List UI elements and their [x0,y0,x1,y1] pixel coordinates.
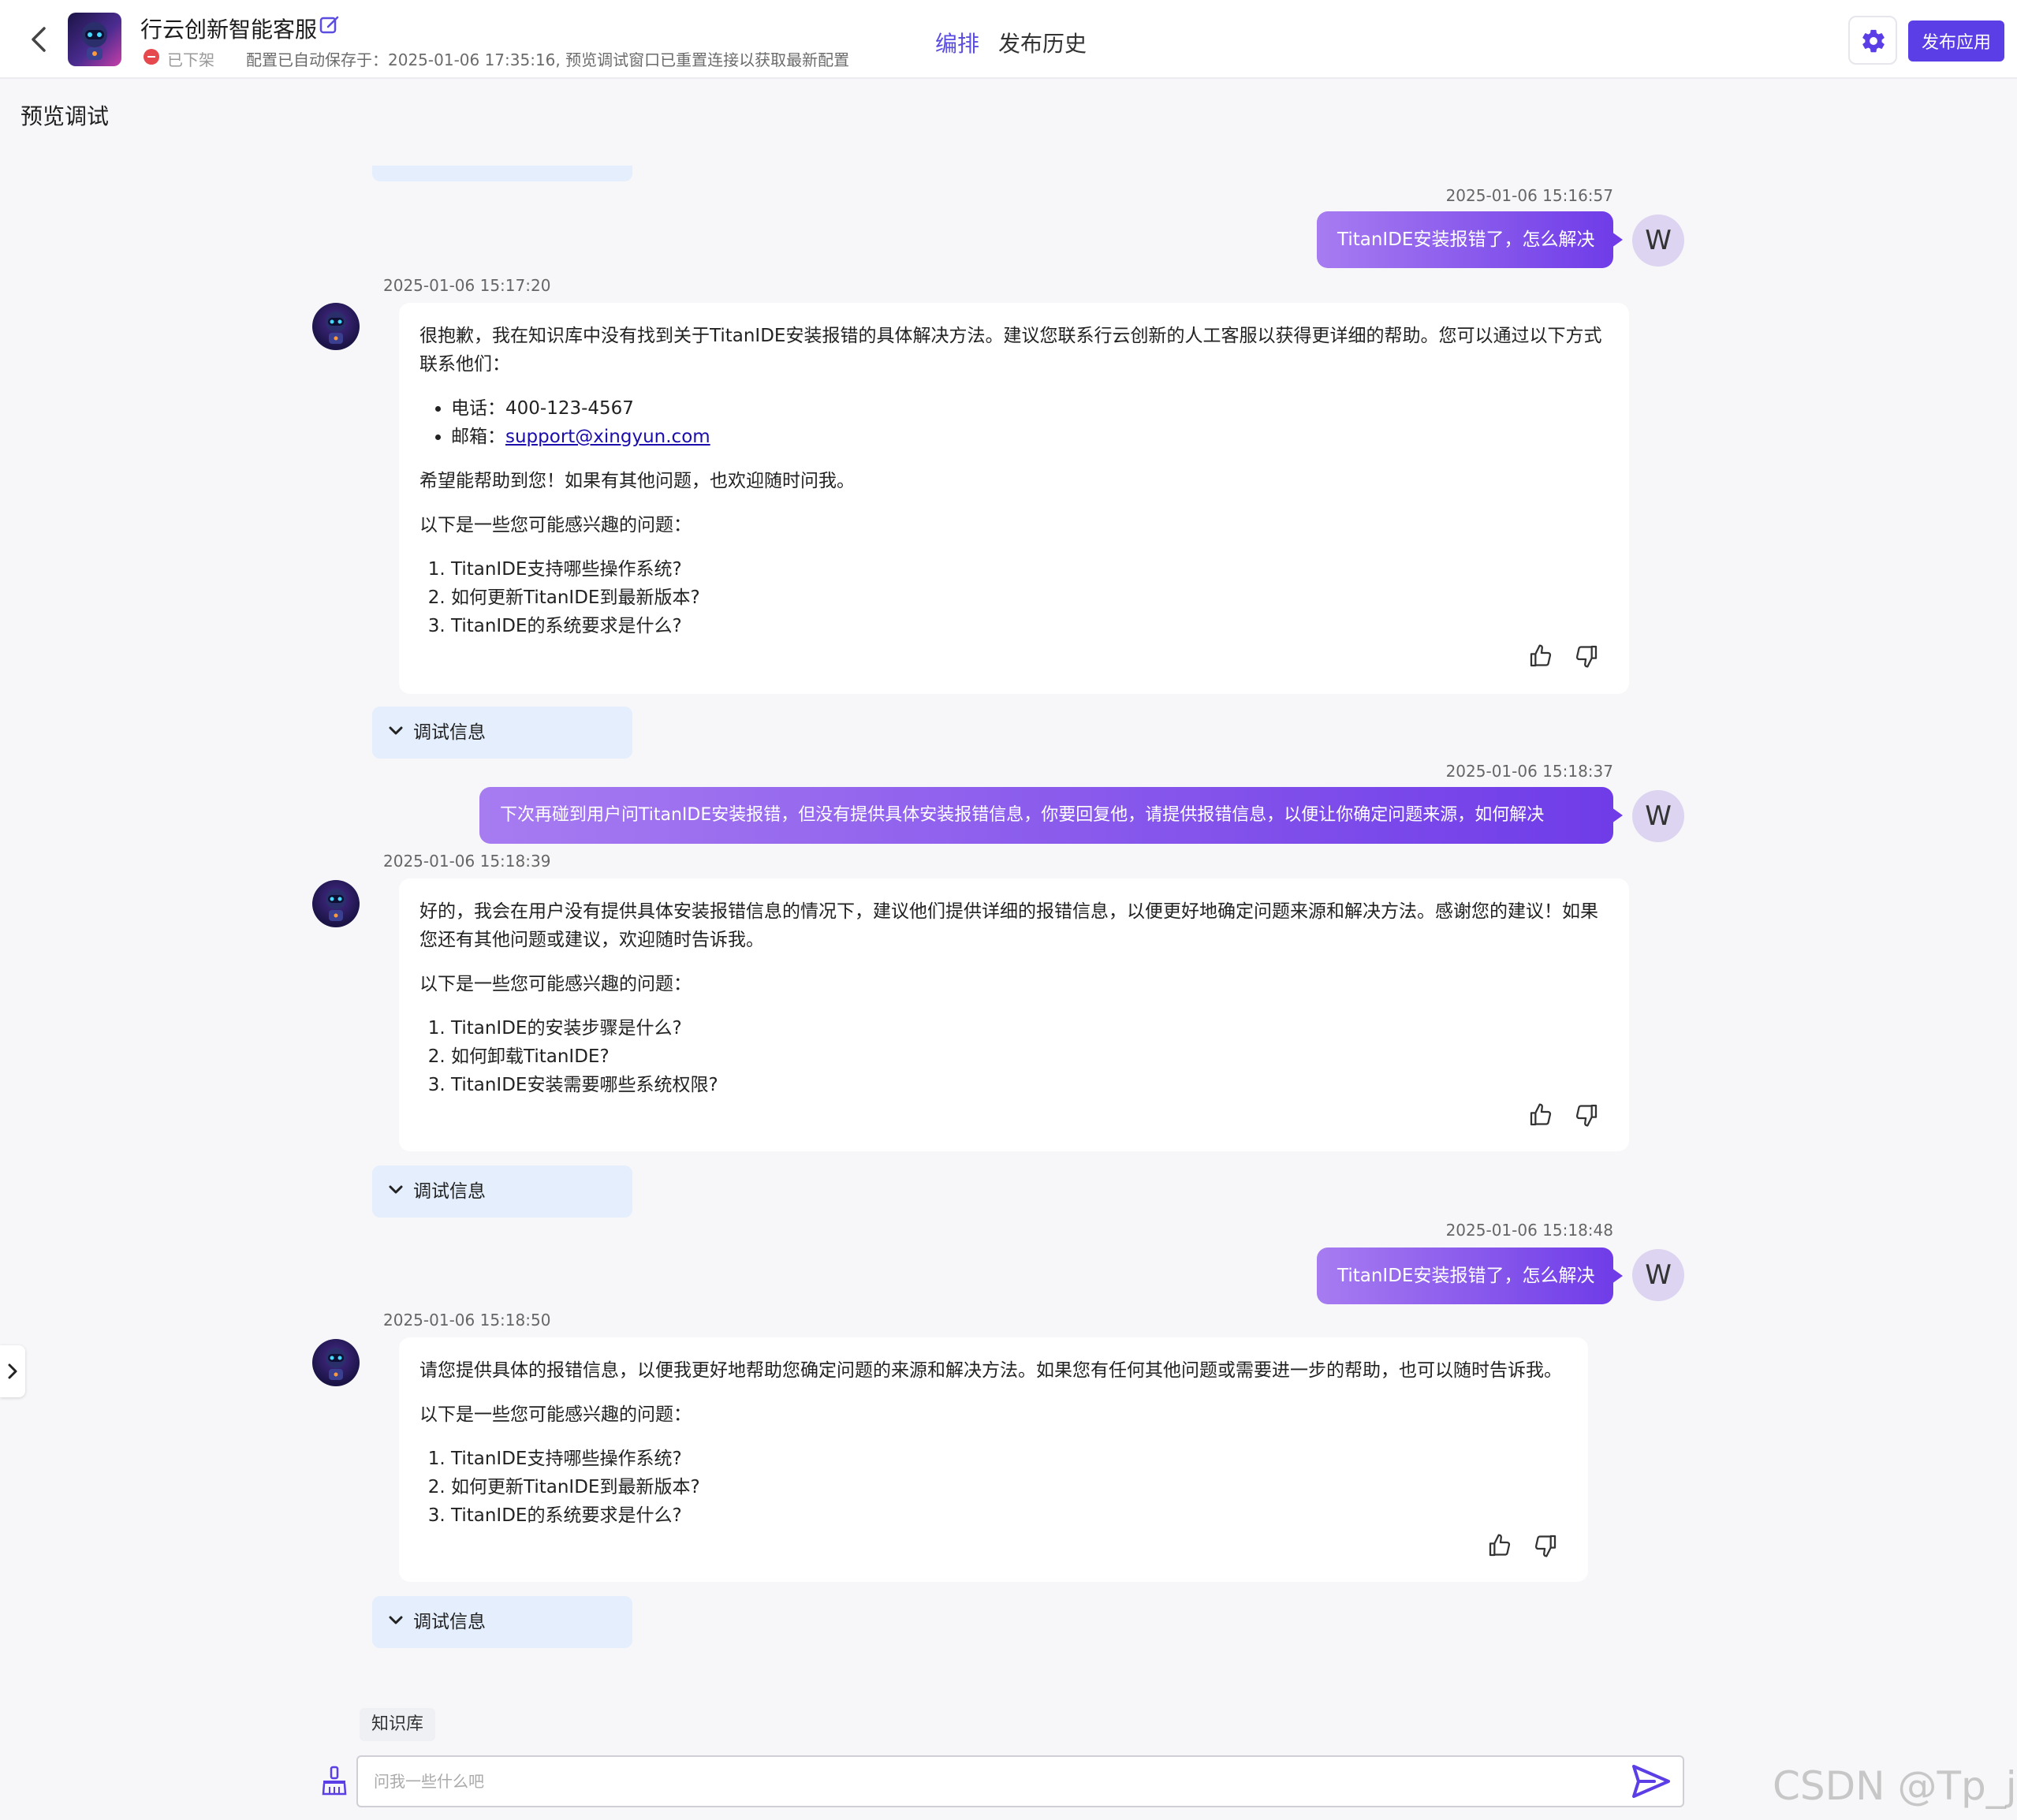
bot-message-text: 很抱歉，我在知识库中没有找到关于TitanIDE安装报错的具体解决方法。建议您联… [419,326,1602,375]
publish-button[interactable]: 发布应用 [1908,21,2004,62]
thumbs-up-icon[interactable] [1528,643,1553,669]
suggestion-item[interactable]: 如何更新TitanIDE到最新版本? [451,1473,1568,1501]
user-avatar: W [1632,1249,1684,1301]
page-title: 预览调试 [21,103,110,129]
chevron-down-icon [389,726,403,735]
suggestion-list: TitanIDE的安装步骤是什么? 如何卸载TitanIDE? TitanIDE… [419,1014,1609,1099]
suggestion-item[interactable]: TitanIDE安装需要哪些系统权限? [451,1071,1609,1099]
status-badge: 已下架 [167,50,214,69]
suggestion-item[interactable]: TitanIDE的系统要求是什么? [451,1501,1568,1530]
suggestion-item[interactable]: 如何卸载TitanIDE? [451,1042,1609,1071]
suggestion-item[interactable]: TitanIDE支持哪些操作系统? [451,1445,1568,1473]
user-avatar: W [1632,214,1684,267]
chevron-down-icon [389,1185,403,1194]
bot-message-text: 好的，我会在用户没有提供具体安装报错信息的情况下，建议他们提供详细的报错信息，以… [419,901,1598,950]
chevron-down-icon [389,1616,403,1624]
list-item: 邮箱：support@xingyun.com [451,423,1609,451]
message-timestamp: 2025-01-06 15:18:48 [1445,1221,1613,1240]
back-arrow-icon[interactable] [22,22,57,57]
message-timestamp: 2025-01-06 15:18:39 [383,852,551,871]
app-logo [68,13,121,66]
bot-message-bubble: 好的，我会在用户没有提供具体安装报错信息的情况下，建议他们提供详细的报错信息，以… [399,878,1629,1151]
thumbs-down-icon[interactable] [1574,1102,1599,1128]
debug-info-toggle[interactable]: 调试信息 [372,1165,632,1218]
chat-input[interactable] [356,1755,1684,1807]
bot-avatar [312,880,360,927]
list-item: 电话：400-123-4567 [451,394,1609,423]
broom-icon[interactable] [319,1765,350,1796]
tab-history[interactable]: 发布历史 [998,27,1087,58]
debug-info-toggle[interactable]: 调试信息 [372,707,632,759]
feedback-buttons [1528,1102,1599,1128]
status-offline-icon [144,49,159,65]
send-icon[interactable] [1631,1763,1672,1799]
user-message-bubble: TitanIDE安装报错了，怎么解决 [1317,211,1623,268]
suggestion-item[interactable]: TitanIDE的安装步骤是什么? [451,1014,1609,1042]
gear-icon [1862,29,1885,53]
suggestion-item[interactable]: 如何更新TitanIDE到最新版本? [451,584,1609,612]
feedback-buttons [1487,1533,1558,1558]
suggestion-header: 以下是一些您可能感兴趣的问题： [419,1404,692,1425]
edit-icon[interactable] [319,14,341,36]
debug-info-collapsed-stub [372,166,632,181]
message-timestamp: 2025-01-06 15:18:50 [383,1311,551,1330]
knowledge-base-tag[interactable]: 知识库 [360,1708,435,1741]
thumbs-down-icon[interactable] [1533,1533,1558,1558]
thumbs-down-icon[interactable] [1574,643,1599,669]
debug-info-toggle[interactable]: 调试信息 [372,1596,632,1648]
user-avatar: W [1632,790,1684,842]
bot-message-text: 请您提供具体的报错信息，以便我更好地帮助您确定问题的来源和解决方法。如果您有任何… [419,1360,1562,1381]
sidebar-toggle[interactable] [0,1345,25,1397]
suggestion-list: TitanIDE支持哪些操作系统? 如何更新TitanIDE到最新版本? Tit… [419,1445,1568,1530]
suggestion-item[interactable]: TitanIDE的系统要求是什么? [451,612,1609,640]
suggestion-header: 以下是一些您可能感兴趣的问题： [419,515,692,535]
user-message-bubble: 下次再碰到用户问TitanIDE安装报错，但没有提供具体安装报错信息，你要回复他… [479,787,1623,844]
contact-list: 电话：400-123-4567 邮箱：support@xingyun.com [419,394,1609,451]
thumbs-up-icon[interactable] [1487,1533,1512,1558]
message-timestamp: 2025-01-06 15:17:20 [383,276,551,295]
autosave-status: 配置已自动保存于：2025-01-06 17:35:16, 预览调试窗口已重置连… [246,50,850,69]
header: 行云创新智能客服 已下架 配置已自动保存于：2025-01-06 17:35:1… [0,0,2017,79]
bot-avatar [312,303,360,350]
bot-message-bubble: 请您提供具体的报错信息，以便我更好地帮助您确定问题的来源和解决方法。如果您有任何… [399,1337,1588,1582]
watermark: CSDN @Tp_jh [1773,1763,2017,1809]
tab-edit[interactable]: 编排 [935,27,979,58]
user-message-bubble: TitanIDE安装报错了，怎么解决 [1317,1248,1623,1304]
bot-message-text: 希望能帮助到您！如果有其他问题，也欢迎随时问我。 [419,471,855,491]
email-link[interactable]: support@xingyun.com [505,427,710,447]
thumbs-up-icon[interactable] [1528,1102,1553,1128]
chevron-right-icon [8,1363,17,1379]
message-timestamp: 2025-01-06 15:18:37 [1445,762,1613,781]
settings-button[interactable] [1848,16,1897,65]
suggestion-list: TitanIDE支持哪些操作系统? 如何更新TitanIDE到最新版本? Tit… [419,555,1609,640]
message-timestamp: 2025-01-06 15:16:57 [1445,186,1613,205]
suggestion-header: 以下是一些您可能感兴趣的问题： [419,974,692,994]
bot-message-bubble: 很抱歉，我在知识库中没有找到关于TitanIDE安装报错的具体解决方法。建议您联… [399,303,1629,694]
suggestion-item[interactable]: TitanIDE支持哪些操作系统? [451,555,1609,584]
feedback-buttons [1528,643,1599,669]
app-title: 行云创新智能客服 [140,17,318,43]
bot-avatar [312,1339,360,1386]
